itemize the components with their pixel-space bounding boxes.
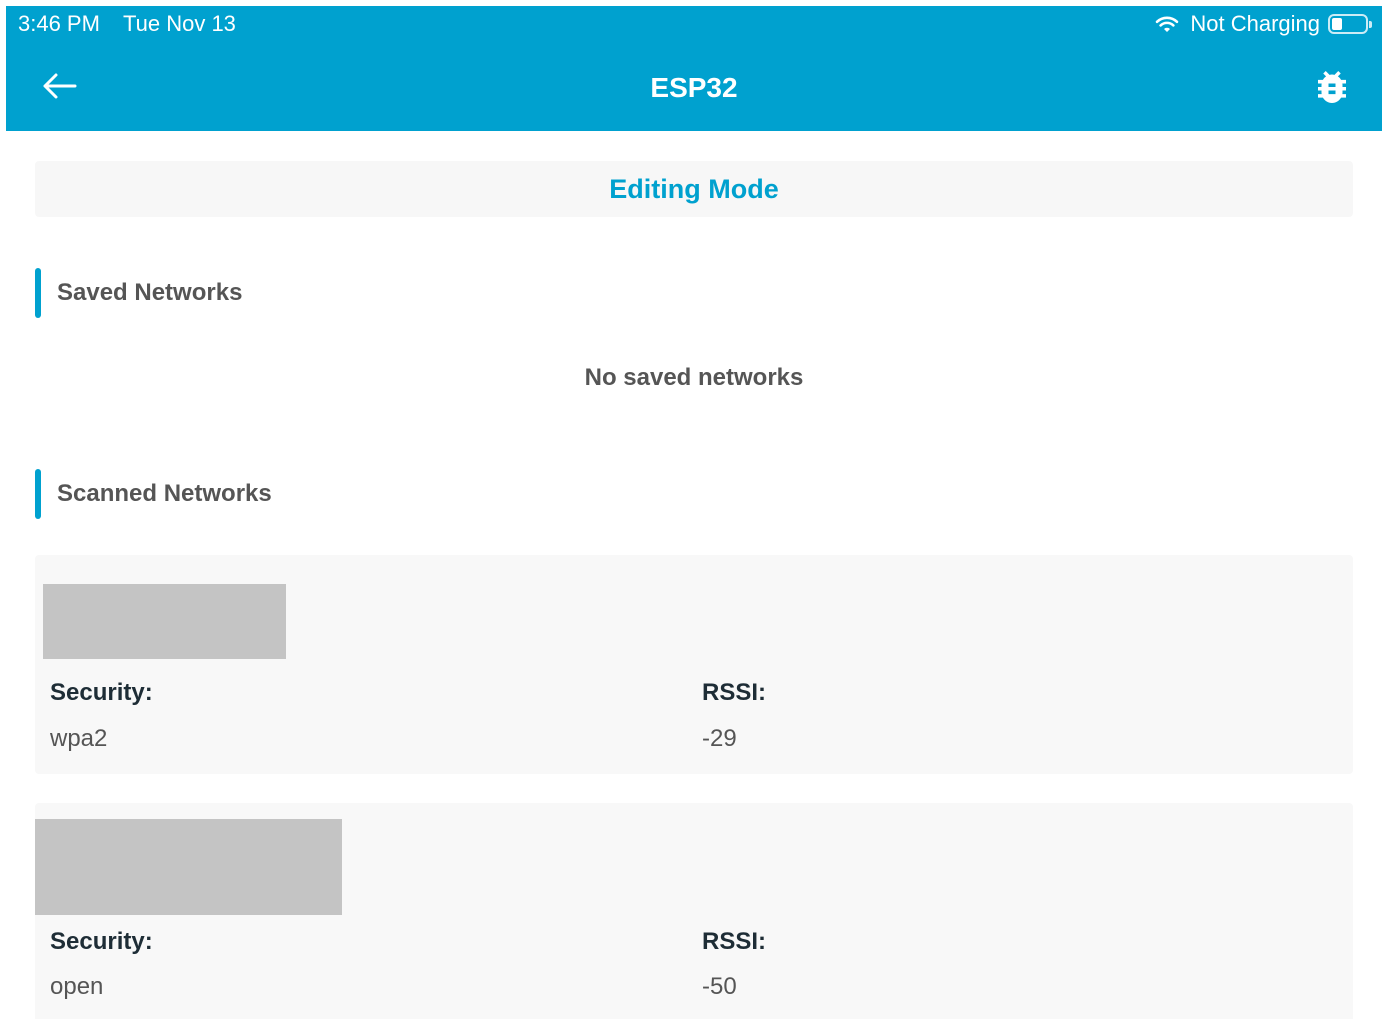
scanned-networks-header: Scanned Networks (35, 469, 635, 519)
security-value: wpa2 (50, 725, 108, 752)
saved-networks-header: Saved Networks (35, 268, 635, 318)
security-value: open (50, 973, 104, 1000)
status-time: 3:46 PM (18, 11, 100, 36)
status-indicators: Not Charging (1155, 6, 1372, 42)
app-bar: 3:46 PM Tue Nov 13 Not Charging ESP32 (6, 6, 1382, 131)
battery-level-fill (1332, 18, 1342, 30)
debug-button[interactable] (1318, 71, 1346, 103)
page-title: ESP32 (650, 72, 738, 103)
section-accent-bar (35, 268, 41, 318)
redacted-network-name (35, 819, 342, 915)
redacted-network-name (43, 584, 286, 659)
status-date: Tue Nov 13 (123, 11, 236, 36)
rssi-label: RSSI: (702, 679, 767, 706)
rssi-label: RSSI: (702, 928, 767, 955)
editing-mode-button[interactable]: Editing Mode (35, 161, 1353, 217)
battery-terminal (1369, 20, 1372, 28)
rssi-value: -29 (702, 725, 737, 752)
rssi-value: -50 (702, 973, 737, 1000)
security-label: Security: (50, 679, 153, 706)
security-label: Security: (50, 928, 153, 955)
network-card[interactable]: Security: open RSSI: -50 (35, 803, 1353, 1019)
wifi-icon (1155, 15, 1179, 33)
scanned-networks-heading: Scanned Networks (57, 480, 272, 507)
navigation-bar: ESP32 (6, 44, 1382, 131)
battery-icon (1328, 14, 1372, 34)
battery-outline (1328, 14, 1368, 34)
empty-state-message: No saved networks (584, 364, 804, 391)
section-accent-bar (35, 469, 41, 519)
saved-networks-heading: Saved Networks (57, 279, 243, 306)
charging-status: Not Charging (1190, 11, 1320, 36)
network-card[interactable]: Security: wpa2 RSSI: -29 (35, 555, 1353, 774)
status-bar: 3:46 PM Tue Nov 13 Not Charging (6, 6, 1382, 42)
bug-icon[interactable] (1318, 71, 1346, 103)
